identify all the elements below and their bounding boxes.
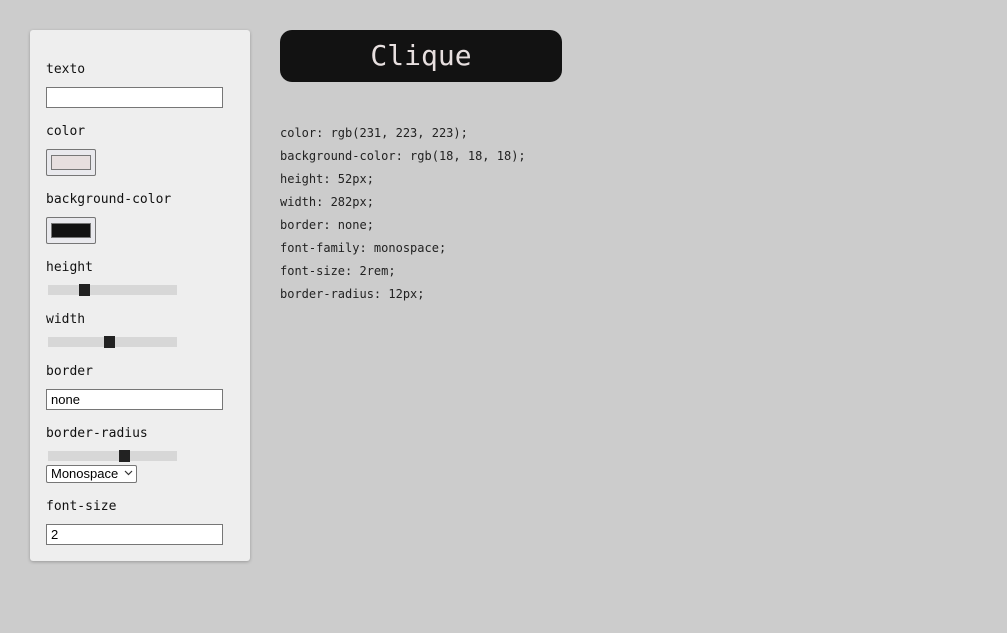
css-output-line: border: none;	[280, 218, 374, 232]
texto-input[interactable]	[46, 87, 223, 108]
border-label: border	[46, 364, 93, 379]
border-radius-label: border-radius	[46, 426, 148, 441]
css-output-line: border-radius: 12px;	[280, 287, 425, 301]
css-output-line: width: 282px;	[280, 195, 374, 209]
font-size-input[interactable]	[46, 524, 223, 545]
width-slider[interactable]	[48, 336, 177, 348]
texto-label: texto	[46, 62, 86, 77]
width-slider-thumb[interactable]	[103, 336, 115, 348]
color-picker[interactable]	[46, 149, 96, 176]
font-family-select[interactable]: Monospace	[46, 465, 137, 483]
css-output-line: height: 52px;	[280, 172, 374, 186]
font-size-label: font-size	[46, 499, 117, 514]
font-family-selected-value: Monospace	[51, 466, 119, 481]
background-color-swatch	[51, 223, 91, 238]
height-slider[interactable]	[48, 284, 177, 296]
border-input[interactable]	[46, 389, 223, 410]
css-output-line: background-color: rgb(18, 18, 18);	[280, 149, 526, 163]
controls-panel: texto color background-color height widt…	[30, 30, 250, 561]
background-color-label: background-color	[46, 192, 172, 207]
height-label: height	[46, 260, 93, 275]
height-slider-thumb[interactable]	[79, 284, 91, 296]
color-swatch	[51, 155, 91, 170]
css-output-line: color: rgb(231, 223, 223);	[280, 126, 468, 140]
width-label: width	[46, 312, 86, 327]
border-radius-slider-thumb[interactable]	[119, 450, 131, 462]
preview-button[interactable]: Clique	[280, 30, 562, 82]
css-output-line: font-size: 2rem;	[280, 264, 396, 278]
color-label: color	[46, 124, 86, 139]
css-output-line: font-family: monospace;	[280, 241, 447, 255]
border-radius-slider[interactable]	[48, 450, 177, 462]
css-output-list: color: rgb(231, 223, 223); background-co…	[280, 122, 526, 306]
chevron-down-icon	[124, 466, 133, 482]
background-color-picker[interactable]	[46, 217, 96, 244]
